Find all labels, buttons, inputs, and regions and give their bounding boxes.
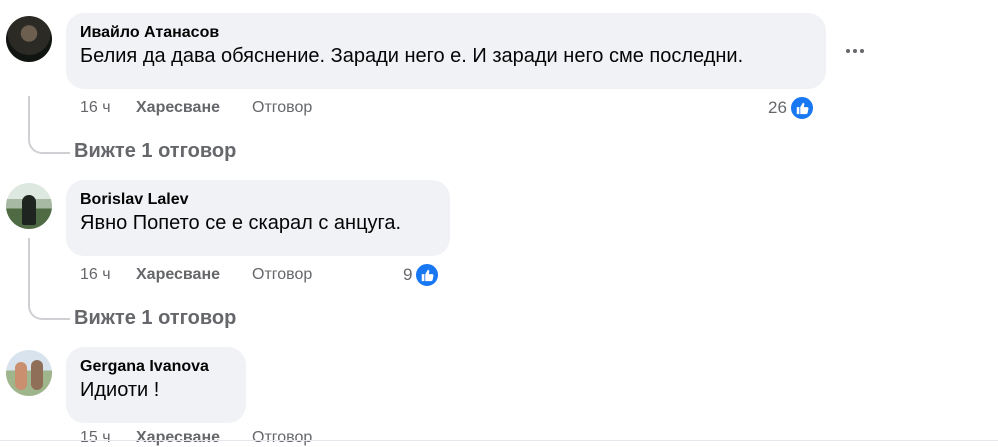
thumbs-up-icon: [414, 262, 441, 288]
reaction-summary[interactable]: 26: [768, 95, 815, 121]
comment-time[interactable]: 16 ч: [80, 99, 111, 117]
comment-bubble: Borislav Lalev Явно Попето се е скарал с…: [66, 180, 450, 256]
thread-line: [28, 238, 70, 320]
comment-author[interactable]: Gergana Ivanova: [80, 357, 232, 377]
comment-time[interactable]: 16 ч: [80, 266, 111, 284]
comment-author[interactable]: Borislav Lalev: [80, 190, 436, 210]
reaction-count: 26: [768, 98, 787, 117]
avatar[interactable]: [6, 183, 52, 229]
comment-text: Идиоти !: [80, 379, 160, 401]
divider: [0, 440, 998, 441]
reaction-count: 9: [403, 265, 413, 284]
reply-button[interactable]: Отговор: [252, 429, 312, 447]
avatar[interactable]: [6, 350, 52, 396]
more-options-icon[interactable]: [843, 41, 867, 61]
reply-button[interactable]: Отговор: [252, 266, 312, 284]
comment-text: Белия да дава обяснение. Заради него е. …: [80, 45, 744, 67]
thread-line: [28, 96, 70, 154]
view-replies-link[interactable]: Вижте 1 отговор: [74, 307, 236, 330]
comment-time[interactable]: 15 ч: [80, 429, 111, 447]
comment-bubble: Gergana Ivanova Идиоти !: [66, 347, 246, 423]
avatar[interactable]: [6, 16, 52, 62]
comment-bubble: Ивайло Атанасов Белия да дава обяснение.…: [66, 13, 826, 89]
like-button[interactable]: Харесване: [136, 429, 220, 447]
view-replies-link[interactable]: Вижте 1 отговор: [74, 140, 236, 163]
thumbs-up-icon: [788, 95, 815, 121]
reaction-summary[interactable]: 9: [403, 262, 441, 288]
like-button[interactable]: Харесване: [136, 266, 220, 284]
comment-author[interactable]: Ивайло Атанасов: [80, 23, 812, 43]
like-button[interactable]: Харесване: [136, 99, 220, 117]
reply-button[interactable]: Отговор: [252, 99, 312, 117]
comment-text: Явно Попето се е скарал с анцуга.: [80, 212, 402, 234]
